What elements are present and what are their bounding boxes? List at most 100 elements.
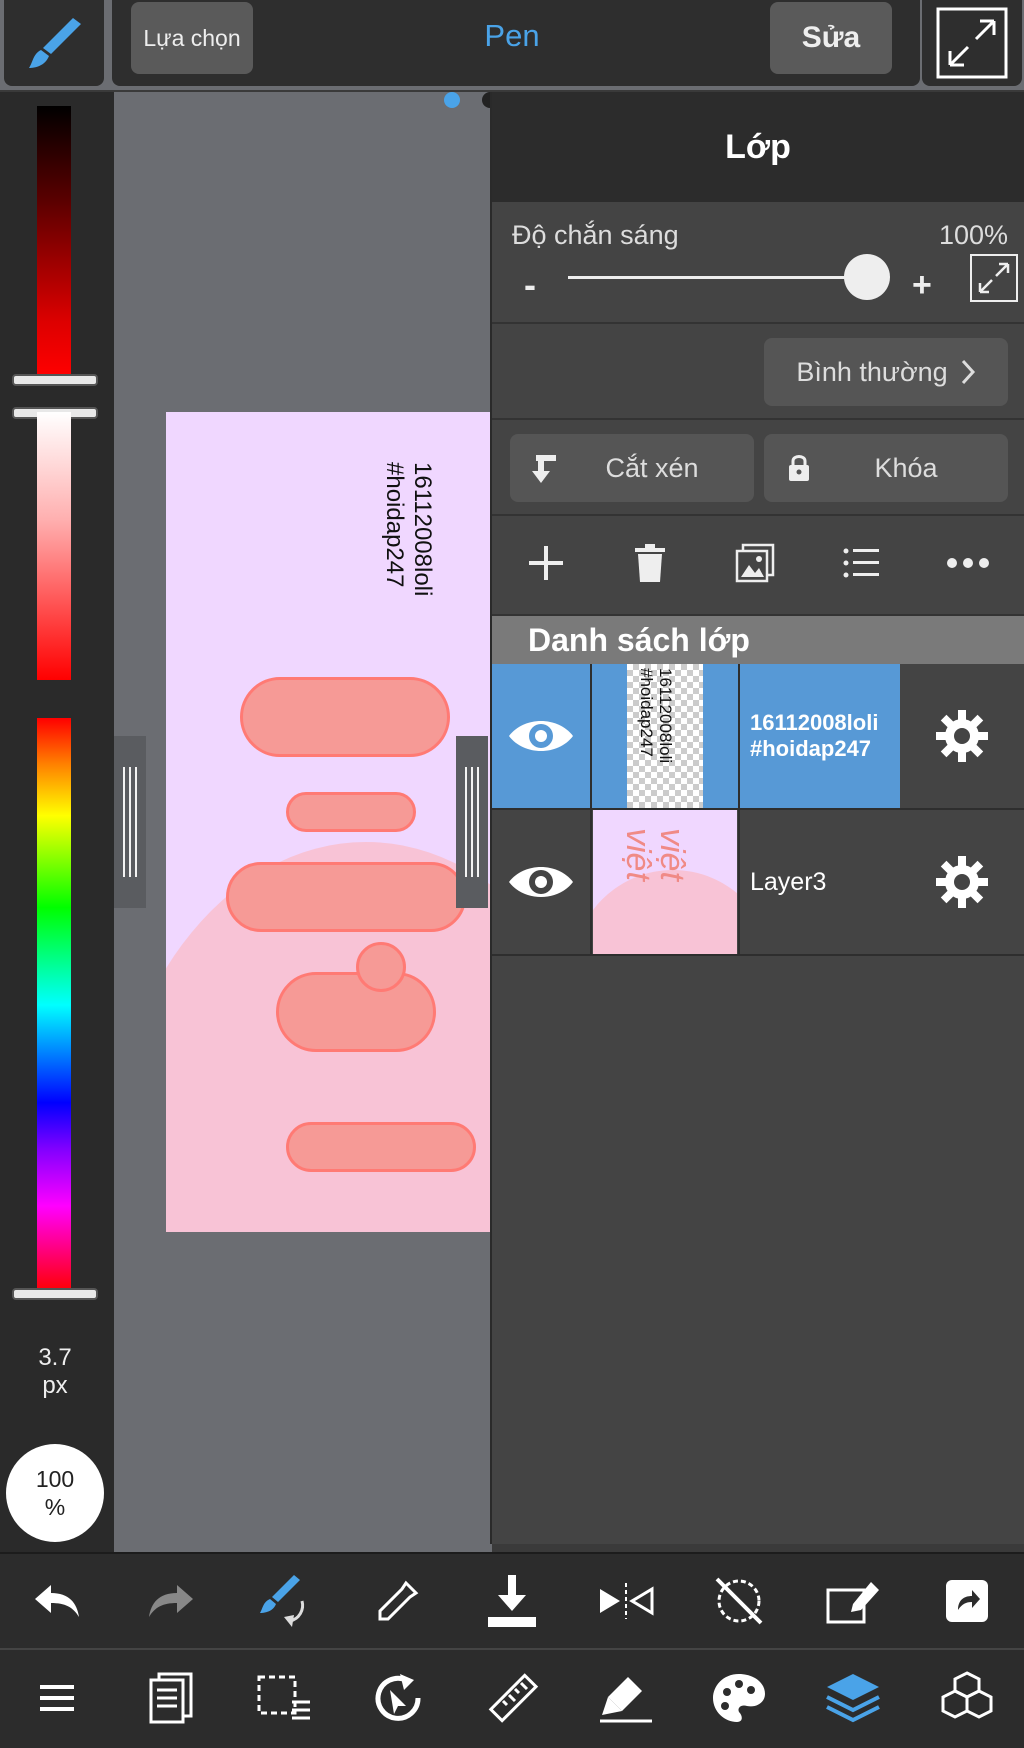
brush-bar: Lựa chọn Pen Sửa bbox=[112, 0, 920, 86]
blend-mode-label: Bình thường bbox=[796, 356, 948, 387]
artwork-stroke bbox=[240, 677, 450, 757]
layer-tools-row bbox=[492, 516, 1024, 616]
fill-icon bbox=[599, 1677, 652, 1723]
layer-visibility-toggle[interactable] bbox=[492, 810, 592, 954]
top-bar: Lựa chọn Pen Sửa bbox=[0, 0, 1024, 90]
canvas-left-grip[interactable] bbox=[114, 736, 146, 908]
layer-settings-button[interactable] bbox=[900, 810, 1024, 954]
artwork-stroke bbox=[286, 792, 416, 832]
select-button[interactable]: Lựa chọn bbox=[131, 2, 253, 74]
clip-arrow-icon bbox=[532, 455, 556, 483]
layer-name-line: 16112008loli bbox=[750, 710, 879, 735]
artwork-stroke bbox=[286, 1122, 476, 1172]
delete-layer-button[interactable] bbox=[633, 543, 667, 588]
layer-visibility-toggle[interactable] bbox=[492, 664, 592, 808]
clip-lock-section: Cắt xén Khóa bbox=[492, 420, 1024, 516]
image-layer-icon bbox=[735, 543, 775, 582]
opacity-decrease-button[interactable]: - bbox=[524, 264, 536, 306]
flip-button[interactable] bbox=[586, 1561, 666, 1641]
fullscreen-icon bbox=[936, 7, 1008, 79]
gear-icon bbox=[936, 856, 988, 908]
fullscreen-button[interactable] bbox=[922, 0, 1022, 86]
drawing-canvas[interactable]: 16112008loli #hoidap247 bbox=[114, 92, 492, 1552]
layer-name: Layer3 bbox=[750, 867, 827, 896]
brightness-slider[interactable] bbox=[37, 106, 71, 376]
redo-button[interactable] bbox=[131, 1561, 211, 1641]
layers-button[interactable] bbox=[813, 1658, 893, 1738]
brush-switch-button[interactable] bbox=[244, 1561, 324, 1641]
rotate-off-icon bbox=[716, 1577, 763, 1625]
layer-name: 16112008loli #hoidap247 bbox=[740, 664, 900, 808]
save-download-icon bbox=[487, 1575, 536, 1627]
redo-icon bbox=[148, 1585, 193, 1617]
edit-button[interactable]: Sửa bbox=[770, 2, 892, 74]
undo-button[interactable] bbox=[17, 1561, 97, 1641]
brush-size-unit: px bbox=[42, 1372, 68, 1399]
layer-row[interactable]: việt việt Layer3 bbox=[492, 810, 1024, 956]
add-layer-button[interactable] bbox=[526, 543, 566, 588]
share-icon bbox=[946, 1580, 988, 1622]
lock-button[interactable]: Khóa bbox=[764, 434, 1008, 502]
brush-size-indicator[interactable]: 3.7 px bbox=[0, 1344, 110, 1400]
artwork: 16112008loli #hoidap247 bbox=[166, 412, 492, 1232]
layer-panel: Lớp Độ chắn sáng 100% - + Bình thường Cắ… bbox=[490, 92, 1024, 1544]
saturation-slider[interactable] bbox=[37, 412, 71, 680]
brush-icon bbox=[29, 18, 81, 68]
bottom-toolbar bbox=[0, 1552, 1024, 1748]
materials-button[interactable] bbox=[927, 1658, 1007, 1738]
brightness-handle[interactable] bbox=[12, 374, 98, 386]
artwork-stroke bbox=[356, 942, 406, 992]
transform-rotate-button[interactable] bbox=[358, 1658, 438, 1738]
lock-label: Khóa bbox=[874, 452, 938, 483]
ruler-icon bbox=[488, 1673, 539, 1723]
layer-thumbnail: 16112008loli #hoidap247 bbox=[592, 664, 740, 808]
thumbnail-text: 16112008loli #hoidap247 bbox=[637, 668, 675, 764]
save-button[interactable] bbox=[472, 1561, 552, 1641]
artwork-stroke bbox=[276, 972, 436, 1052]
tool-row-primary bbox=[0, 1554, 1024, 1650]
layer-list-options-button[interactable] bbox=[843, 547, 879, 584]
clipping-button[interactable]: Cắt xén bbox=[510, 434, 754, 502]
share-button[interactable] bbox=[927, 1561, 1007, 1641]
trash-icon bbox=[635, 543, 666, 582]
brush-opacity-indicator[interactable]: 100 % bbox=[6, 1444, 104, 1542]
ruler-button[interactable] bbox=[472, 1658, 552, 1738]
transform-button[interactable] bbox=[813, 1561, 893, 1641]
canvas-right-grip[interactable] bbox=[456, 736, 488, 908]
page-dot-active bbox=[444, 92, 460, 108]
more-icon bbox=[947, 558, 990, 568]
thumbnail-text: việt việt bbox=[619, 828, 691, 881]
blend-mode-button[interactable]: Bình thường bbox=[764, 338, 1008, 406]
opacity-knob[interactable] bbox=[844, 254, 890, 300]
palette-icon bbox=[713, 1674, 766, 1722]
hue-slider[interactable] bbox=[37, 718, 71, 1292]
brush-opacity-unit: % bbox=[44, 1494, 66, 1520]
opacity-track[interactable] bbox=[568, 276, 868, 279]
more-options-button[interactable] bbox=[946, 556, 990, 574]
menu-button[interactable] bbox=[17, 1658, 97, 1738]
list-icon bbox=[843, 548, 879, 577]
fill-button[interactable] bbox=[586, 1658, 666, 1738]
selection-button[interactable] bbox=[244, 1658, 324, 1738]
pages-button[interactable] bbox=[131, 1658, 211, 1738]
add-image-layer-button[interactable] bbox=[735, 543, 775, 588]
layers-icon bbox=[826, 1674, 881, 1723]
eyedropper-button[interactable] bbox=[358, 1561, 438, 1641]
opacity-increase-button[interactable]: + bbox=[912, 266, 932, 305]
layer-settings-button[interactable] bbox=[900, 664, 1024, 808]
layer-row[interactable]: 16112008loli #hoidap247 16112008loli #ho… bbox=[492, 664, 1024, 810]
eyedropper-icon bbox=[378, 1580, 419, 1621]
brush-name[interactable]: Pen bbox=[392, 18, 632, 54]
layer-list-header: Danh sách lớp bbox=[492, 616, 1024, 664]
hue-handle[interactable] bbox=[12, 1288, 98, 1300]
undo-icon bbox=[34, 1585, 79, 1617]
clipping-label: Cắt xén bbox=[605, 452, 699, 483]
layer-thumbnail: việt việt bbox=[592, 810, 740, 954]
palette-button[interactable] bbox=[699, 1658, 779, 1738]
artwork-text: 16112008loli #hoidap247 bbox=[381, 462, 436, 597]
brush-tool-button[interactable] bbox=[4, 0, 104, 86]
lock-icon bbox=[789, 455, 809, 481]
rotate-reset-button[interactable] bbox=[699, 1561, 779, 1641]
layer-name-line: #hoidap247 bbox=[750, 736, 872, 761]
opacity-expand-button[interactable] bbox=[970, 254, 1018, 307]
